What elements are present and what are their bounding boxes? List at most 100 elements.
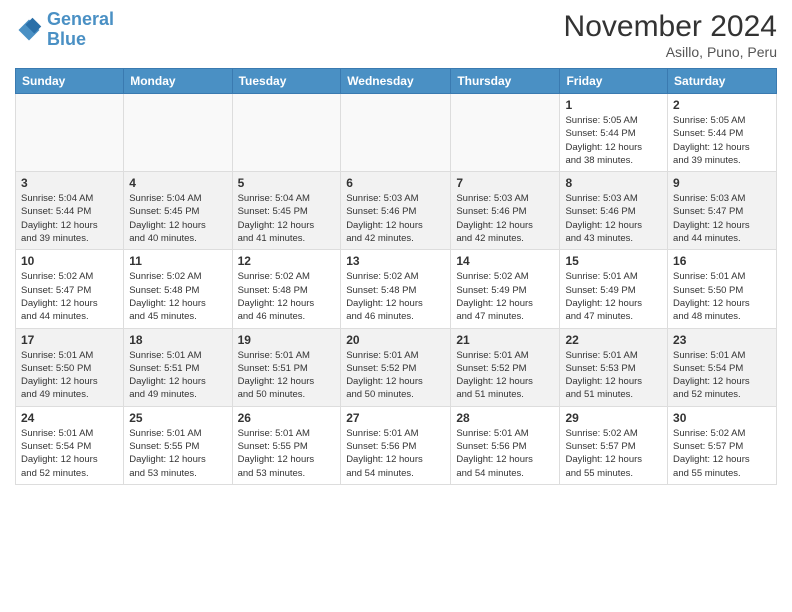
day-number: 29: [565, 411, 662, 425]
logo-text: General Blue: [47, 10, 114, 50]
calendar-day: 18 Sunrise: 5:01 AM Sunset: 5:51 PM Dayli…: [124, 328, 232, 406]
day-info: Sunrise: 5:04 AM Sunset: 5:45 PM Dayligh…: [238, 192, 336, 245]
day-number: 25: [129, 411, 226, 425]
calendar-day: 8 Sunrise: 5:03 AM Sunset: 5:46 PM Daylig…: [560, 172, 668, 250]
calendar-day: 20 Sunrise: 5:01 AM Sunset: 5:52 PM Dayli…: [341, 328, 451, 406]
day-number: 7: [456, 176, 554, 190]
logo: General Blue: [15, 10, 114, 50]
day-info: Sunrise: 5:01 AM Sunset: 5:53 PM Dayligh…: [565, 349, 662, 402]
day-info: Sunrise: 5:01 AM Sunset: 5:52 PM Dayligh…: [346, 349, 445, 402]
calendar-day: 12Sunrise: 5:02 AM Sunset: 5:48 PM Dayli…: [232, 250, 341, 328]
day-info: Sunrise: 5:01 AM Sunset: 5:49 PM Dayligh…: [565, 270, 662, 323]
day-number: 24: [21, 411, 118, 425]
day-number: 10: [21, 254, 118, 268]
month-title: November 2024: [564, 10, 777, 44]
calendar-week-row: 10 Sunrise: 5:02 AM Sunset: 5:47 PM Dayli…: [16, 250, 777, 328]
day-info: Sunrise: 5:04 AM Sunset: 5:45 PM Dayligh…: [129, 192, 226, 245]
calendar-day: 7Sunrise: 5:03 AM Sunset: 5:46 PM Daylig…: [451, 172, 560, 250]
day-info: Sunrise: 5:01 AM Sunset: 5:51 PM Dayligh…: [129, 349, 226, 402]
calendar-week-row: 17 Sunrise: 5:01 AM Sunset: 5:50 PM Dayli…: [16, 328, 777, 406]
day-info: Sunrise: 5:03 AM Sunset: 5:46 PM Dayligh…: [346, 192, 445, 245]
day-info: Sunrise: 5:02 AM Sunset: 5:48 PM Dayligh…: [129, 270, 226, 323]
calendar-header-row: SundayMondayTuesdayWednesdayThursdayFrid…: [16, 69, 777, 94]
weekday-header: Tuesday: [232, 69, 341, 94]
calendar-empty: [451, 94, 560, 172]
day-number: 6: [346, 176, 445, 190]
day-number: 26: [238, 411, 336, 425]
day-number: 15: [565, 254, 662, 268]
day-number: 30: [673, 411, 771, 425]
calendar-day: 13Sunrise: 5:02 AM Sunset: 5:48 PM Dayli…: [341, 250, 451, 328]
weekday-header: Saturday: [668, 69, 777, 94]
day-number: 18: [129, 333, 226, 347]
day-number: 23: [673, 333, 771, 347]
day-number: 22: [565, 333, 662, 347]
day-info: Sunrise: 5:02 AM Sunset: 5:49 PM Dayligh…: [456, 270, 554, 323]
location: Asillo, Puno, Peru: [564, 44, 777, 60]
logo-icon: [15, 16, 43, 44]
calendar-day: 3 Sunrise: 5:04 AM Sunset: 5:44 PM Daylig…: [16, 172, 124, 250]
calendar-day: 19Sunrise: 5:01 AM Sunset: 5:51 PM Dayli…: [232, 328, 341, 406]
day-number: 20: [346, 333, 445, 347]
calendar-day: 17 Sunrise: 5:01 AM Sunset: 5:50 PM Dayli…: [16, 328, 124, 406]
calendar-day: 29 Sunrise: 5:02 AM Sunset: 5:57 PM Dayli…: [560, 406, 668, 484]
day-info: Sunrise: 5:03 AM Sunset: 5:46 PM Dayligh…: [565, 192, 662, 245]
logo-general: General: [47, 9, 114, 29]
calendar-day: 9Sunrise: 5:03 AM Sunset: 5:47 PM Daylig…: [668, 172, 777, 250]
day-info: Sunrise: 5:01 AM Sunset: 5:54 PM Dayligh…: [673, 349, 771, 402]
day-info: Sunrise: 5:02 AM Sunset: 5:47 PM Dayligh…: [21, 270, 118, 323]
day-number: 5: [238, 176, 336, 190]
day-number: 8: [565, 176, 662, 190]
calendar-day: 22 Sunrise: 5:01 AM Sunset: 5:53 PM Dayli…: [560, 328, 668, 406]
day-number: 1: [565, 98, 662, 112]
day-info: Sunrise: 5:05 AM Sunset: 5:44 PM Dayligh…: [565, 114, 662, 167]
weekday-header: Sunday: [16, 69, 124, 94]
day-info: Sunrise: 5:01 AM Sunset: 5:50 PM Dayligh…: [21, 349, 118, 402]
day-info: Sunrise: 5:01 AM Sunset: 5:55 PM Dayligh…: [129, 427, 226, 480]
day-info: Sunrise: 5:02 AM Sunset: 5:48 PM Dayligh…: [346, 270, 445, 323]
day-number: 16: [673, 254, 771, 268]
calendar-day: 28Sunrise: 5:01 AM Sunset: 5:56 PM Dayli…: [451, 406, 560, 484]
calendar-day: 25 Sunrise: 5:01 AM Sunset: 5:55 PM Dayli…: [124, 406, 232, 484]
day-number: 21: [456, 333, 554, 347]
title-block: November 2024 Asillo, Puno, Peru: [564, 10, 777, 60]
calendar-day: 26 Sunrise: 5:01 AM Sunset: 5:55 PM Dayli…: [232, 406, 341, 484]
calendar-day: 6 Sunrise: 5:03 AM Sunset: 5:46 PM Daylig…: [341, 172, 451, 250]
day-number: 11: [129, 254, 226, 268]
day-info: Sunrise: 5:01 AM Sunset: 5:51 PM Dayligh…: [238, 349, 336, 402]
day-info: Sunrise: 5:01 AM Sunset: 5:56 PM Dayligh…: [346, 427, 445, 480]
calendar-day: 16Sunrise: 5:01 AM Sunset: 5:50 PM Dayli…: [668, 250, 777, 328]
day-info: Sunrise: 5:02 AM Sunset: 5:57 PM Dayligh…: [673, 427, 771, 480]
calendar: SundayMondayTuesdayWednesdayThursdayFrid…: [15, 68, 777, 485]
calendar-day: 21 Sunrise: 5:01 AM Sunset: 5:52 PM Dayli…: [451, 328, 560, 406]
calendar-day: 15 Sunrise: 5:01 AM Sunset: 5:49 PM Dayli…: [560, 250, 668, 328]
calendar-day: 24Sunrise: 5:01 AM Sunset: 5:54 PM Dayli…: [16, 406, 124, 484]
day-number: 4: [129, 176, 226, 190]
day-number: 27: [346, 411, 445, 425]
day-number: 14: [456, 254, 554, 268]
day-number: 12: [238, 254, 336, 268]
day-info: Sunrise: 5:02 AM Sunset: 5:57 PM Dayligh…: [565, 427, 662, 480]
weekday-header: Friday: [560, 69, 668, 94]
calendar-day: 14 Sunrise: 5:02 AM Sunset: 5:49 PM Dayli…: [451, 250, 560, 328]
calendar-week-row: 1 Sunrise: 5:05 AM Sunset: 5:44 PM Daylig…: [16, 94, 777, 172]
calendar-empty: [341, 94, 451, 172]
weekday-header: Monday: [124, 69, 232, 94]
calendar-empty: [232, 94, 341, 172]
calendar-week-row: 24Sunrise: 5:01 AM Sunset: 5:54 PM Dayli…: [16, 406, 777, 484]
calendar-day: 23 Sunrise: 5:01 AM Sunset: 5:54 PM Dayli…: [668, 328, 777, 406]
logo-blue: Blue: [47, 29, 86, 49]
day-number: 3: [21, 176, 118, 190]
weekday-header: Wednesday: [341, 69, 451, 94]
calendar-day: 27 Sunrise: 5:01 AM Sunset: 5:56 PM Dayli…: [341, 406, 451, 484]
calendar-day: 4 Sunrise: 5:04 AM Sunset: 5:45 PM Daylig…: [124, 172, 232, 250]
day-info: Sunrise: 5:01 AM Sunset: 5:55 PM Dayligh…: [238, 427, 336, 480]
header: General Blue November 2024 Asillo, Puno,…: [15, 10, 777, 60]
day-info: Sunrise: 5:04 AM Sunset: 5:44 PM Dayligh…: [21, 192, 118, 245]
day-number: 2: [673, 98, 771, 112]
calendar-empty: [124, 94, 232, 172]
day-number: 17: [21, 333, 118, 347]
day-info: Sunrise: 5:01 AM Sunset: 5:52 PM Dayligh…: [456, 349, 554, 402]
day-info: Sunrise: 5:01 AM Sunset: 5:56 PM Dayligh…: [456, 427, 554, 480]
calendar-day: 30 Sunrise: 5:02 AM Sunset: 5:57 PM Dayli…: [668, 406, 777, 484]
